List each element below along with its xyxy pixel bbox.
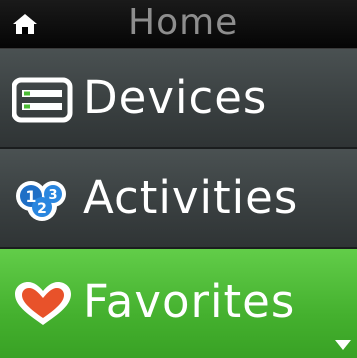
main-menu: Devices 1 2 3 Activities Favorites <box>0 49 357 358</box>
menu-item-label: Activities <box>83 171 299 224</box>
page-title: Home <box>128 2 239 43</box>
remote-screen: Home Devices 1 2 3 Activities Favorites <box>0 0 357 358</box>
menu-item-label: Devices <box>83 71 268 124</box>
activities-icon: 1 2 3 <box>16 181 66 221</box>
heart-icon <box>15 282 71 325</box>
header-bar: Home <box>0 0 357 49</box>
svg-text:1: 1 <box>25 187 36 206</box>
menu-item-activities[interactable]: 1 2 3 Activities <box>0 149 357 249</box>
svg-text:3: 3 <box>48 188 57 203</box>
menu-item-devices[interactable]: Devices <box>0 49 357 149</box>
svg-text:2: 2 <box>37 201 47 217</box>
home-icon[interactable] <box>12 12 38 36</box>
devices-icon <box>12 77 73 123</box>
menu-item-favorites[interactable]: Favorites <box>0 249 357 358</box>
scroll-down-icon[interactable] <box>334 339 352 351</box>
menu-item-label: Favorites <box>83 275 296 328</box>
